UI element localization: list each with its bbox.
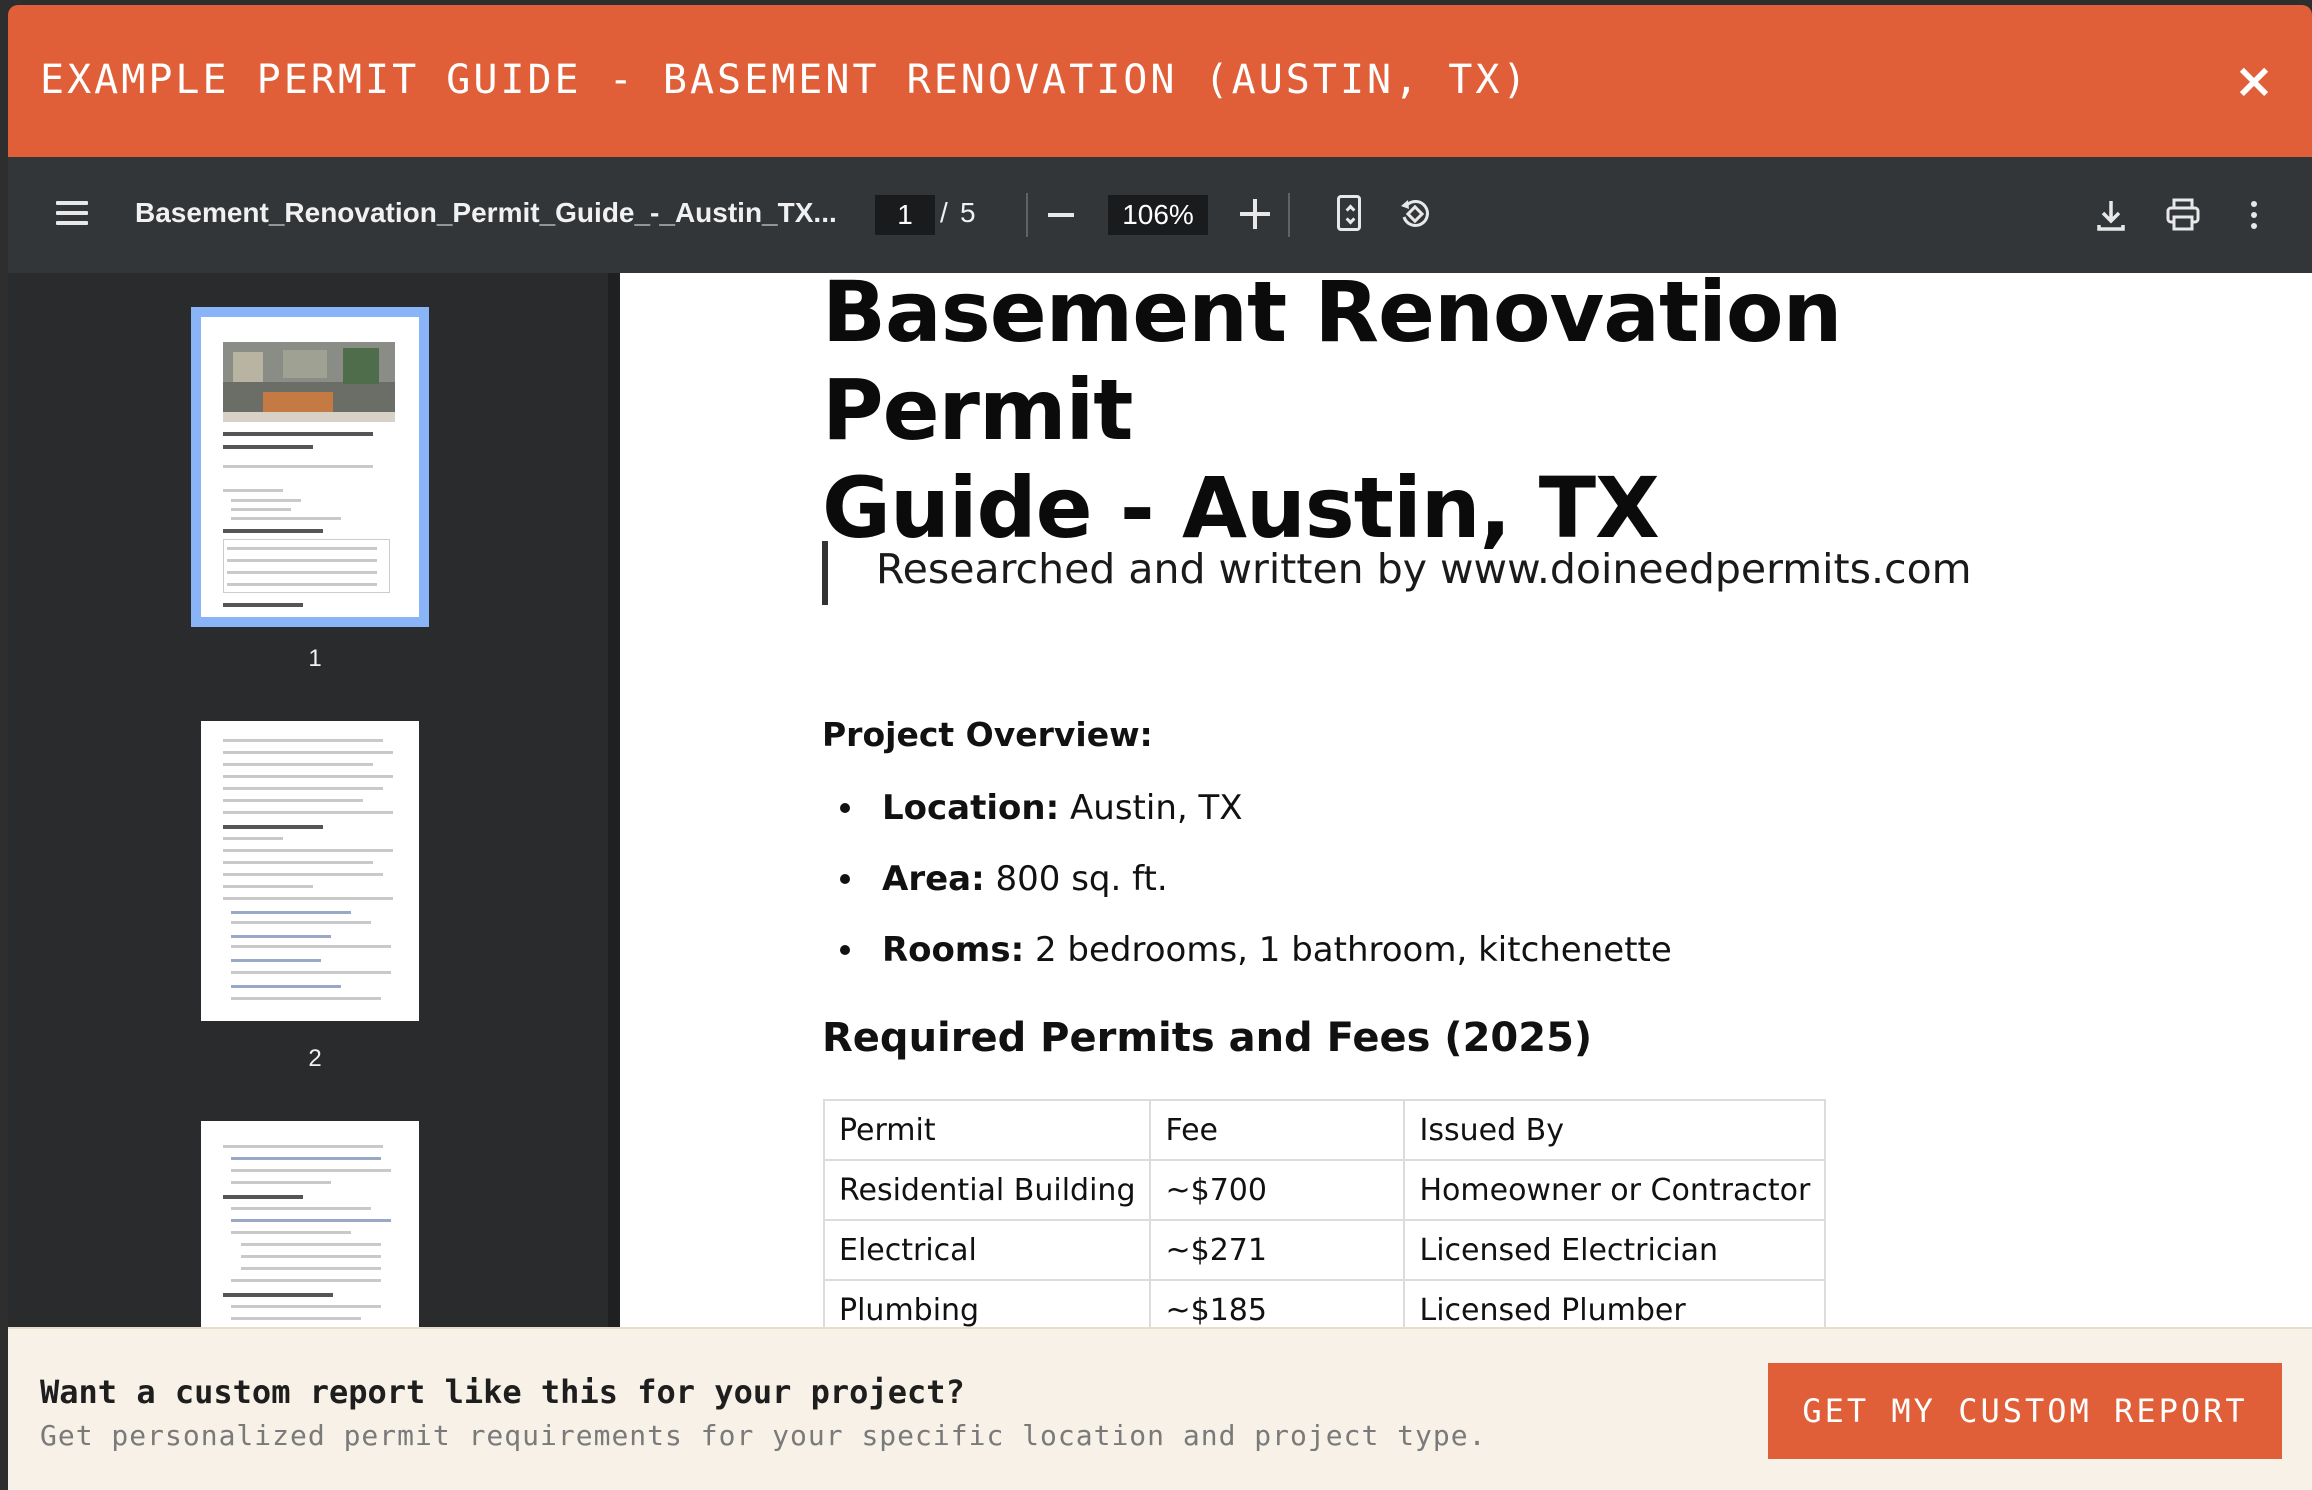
overview-label: Rooms:: [882, 930, 1025, 970]
page-thumbnail-2[interactable]: [201, 721, 419, 1021]
table-cell: ~$271: [1149, 1219, 1406, 1281]
overview-value: 800 sq. ft.: [995, 859, 1168, 899]
page-thumbnail-1[interactable]: [191, 307, 429, 627]
table-header-cell: Fee: [1149, 1099, 1406, 1161]
permits-table: Permit Fee Issued By Residential Buildin…: [822, 1099, 1827, 1341]
hamburger-icon[interactable]: [52, 195, 92, 235]
cta-title: Want a custom report like this for your …: [40, 1373, 965, 1411]
table-cell: Homeowner or Contractor: [1403, 1159, 1827, 1221]
table-cell: ~$700: [1149, 1159, 1406, 1221]
pdf-page-1: Basement Renovation Permit Guide - Austi…: [620, 273, 2312, 1490]
pdf-toolbar: Basement_Renovation_Permit_Guide_-_Austi…: [8, 157, 2312, 273]
zoom-level-input[interactable]: 106%: [1108, 195, 1208, 235]
get-custom-report-button[interactable]: GET MY CUSTOM REPORT: [1768, 1363, 2282, 1459]
sidebar-resize-handle[interactable]: [608, 273, 620, 1490]
table-cell: Licensed Electrician: [1403, 1219, 1827, 1281]
download-icon[interactable]: [2091, 195, 2131, 235]
page-separator: /: [940, 197, 948, 228]
bullet-icon: [840, 874, 850, 884]
toolbar-divider: [1026, 193, 1028, 237]
thumbnail-sidebar: 1 2: [8, 273, 608, 1490]
cta-subtitle: Get personalized permit requirements for…: [40, 1419, 1487, 1452]
table-row: Electrical ~$271 Licensed Electrician: [822, 1219, 1827, 1281]
byline: Researched and written by www.doineedper…: [876, 545, 1972, 593]
print-icon[interactable]: [2163, 195, 2203, 235]
heading-line-1: Basement Renovation Permit: [822, 273, 1842, 459]
table-header-cell: Issued By: [1403, 1099, 1827, 1161]
table-cell: Electrical: [822, 1219, 1152, 1281]
thumbnail-page-number: 2: [308, 1045, 322, 1072]
table-header-row: Permit Fee Issued By: [822, 1099, 1827, 1161]
document-heading: Basement Renovation Permit Guide - Austi…: [822, 273, 2122, 557]
modal-title: EXAMPLE PERMIT GUIDE - BASEMENT RENOVATI…: [40, 57, 1530, 103]
fit-page-icon[interactable]: [1337, 195, 1361, 231]
document-file-name: Basement_Renovation_Permit_Guide_-_Austi…: [135, 197, 837, 228]
rotate-icon[interactable]: [1398, 197, 1432, 231]
bullet-icon: [840, 803, 850, 813]
table-header-cell: Permit: [822, 1099, 1152, 1161]
modal-header: EXAMPLE PERMIT GUIDE - BASEMENT RENOVATI…: [8, 5, 2312, 157]
thumbnail-page-number: 1: [308, 645, 322, 672]
permit-guide-modal: EXAMPLE PERMIT GUIDE - BASEMENT RENOVATI…: [8, 5, 2312, 1490]
toolbar-divider: [1288, 193, 1290, 237]
plus-icon[interactable]: [1240, 199, 1270, 229]
table-cell: Residential Building: [822, 1159, 1152, 1221]
minus-icon[interactable]: [1048, 213, 1074, 217]
overview-label: Location:: [882, 788, 1060, 828]
overview-value: 2 bedrooms, 1 bathroom, kitchenette: [1034, 930, 1672, 970]
overview-value: Austin, TX: [1070, 788, 1243, 828]
overview-label: Area:: [882, 859, 985, 899]
bullet-icon: [840, 945, 850, 955]
permits-heading: Required Permits and Fees (2025): [822, 1015, 1593, 1061]
overview-heading: Project Overview:: [822, 715, 1153, 754]
blockquote-bar: [822, 541, 828, 605]
page-total: 5: [960, 197, 976, 228]
heading-line-2: Guide - Austin, TX: [822, 459, 1660, 557]
page-number-input[interactable]: 1: [875, 195, 935, 235]
pdf-viewer[interactable]: Basement Renovation Permit Guide - Austi…: [620, 273, 2312, 1490]
table-row: Residential Building ~$700 Homeowner or …: [822, 1159, 1827, 1221]
more-vert-icon[interactable]: [2234, 195, 2274, 235]
close-icon[interactable]: ×: [2230, 57, 2278, 105]
cta-banner: Want a custom report like this for your …: [8, 1327, 2312, 1490]
thumbnail-room-image: [223, 342, 395, 422]
